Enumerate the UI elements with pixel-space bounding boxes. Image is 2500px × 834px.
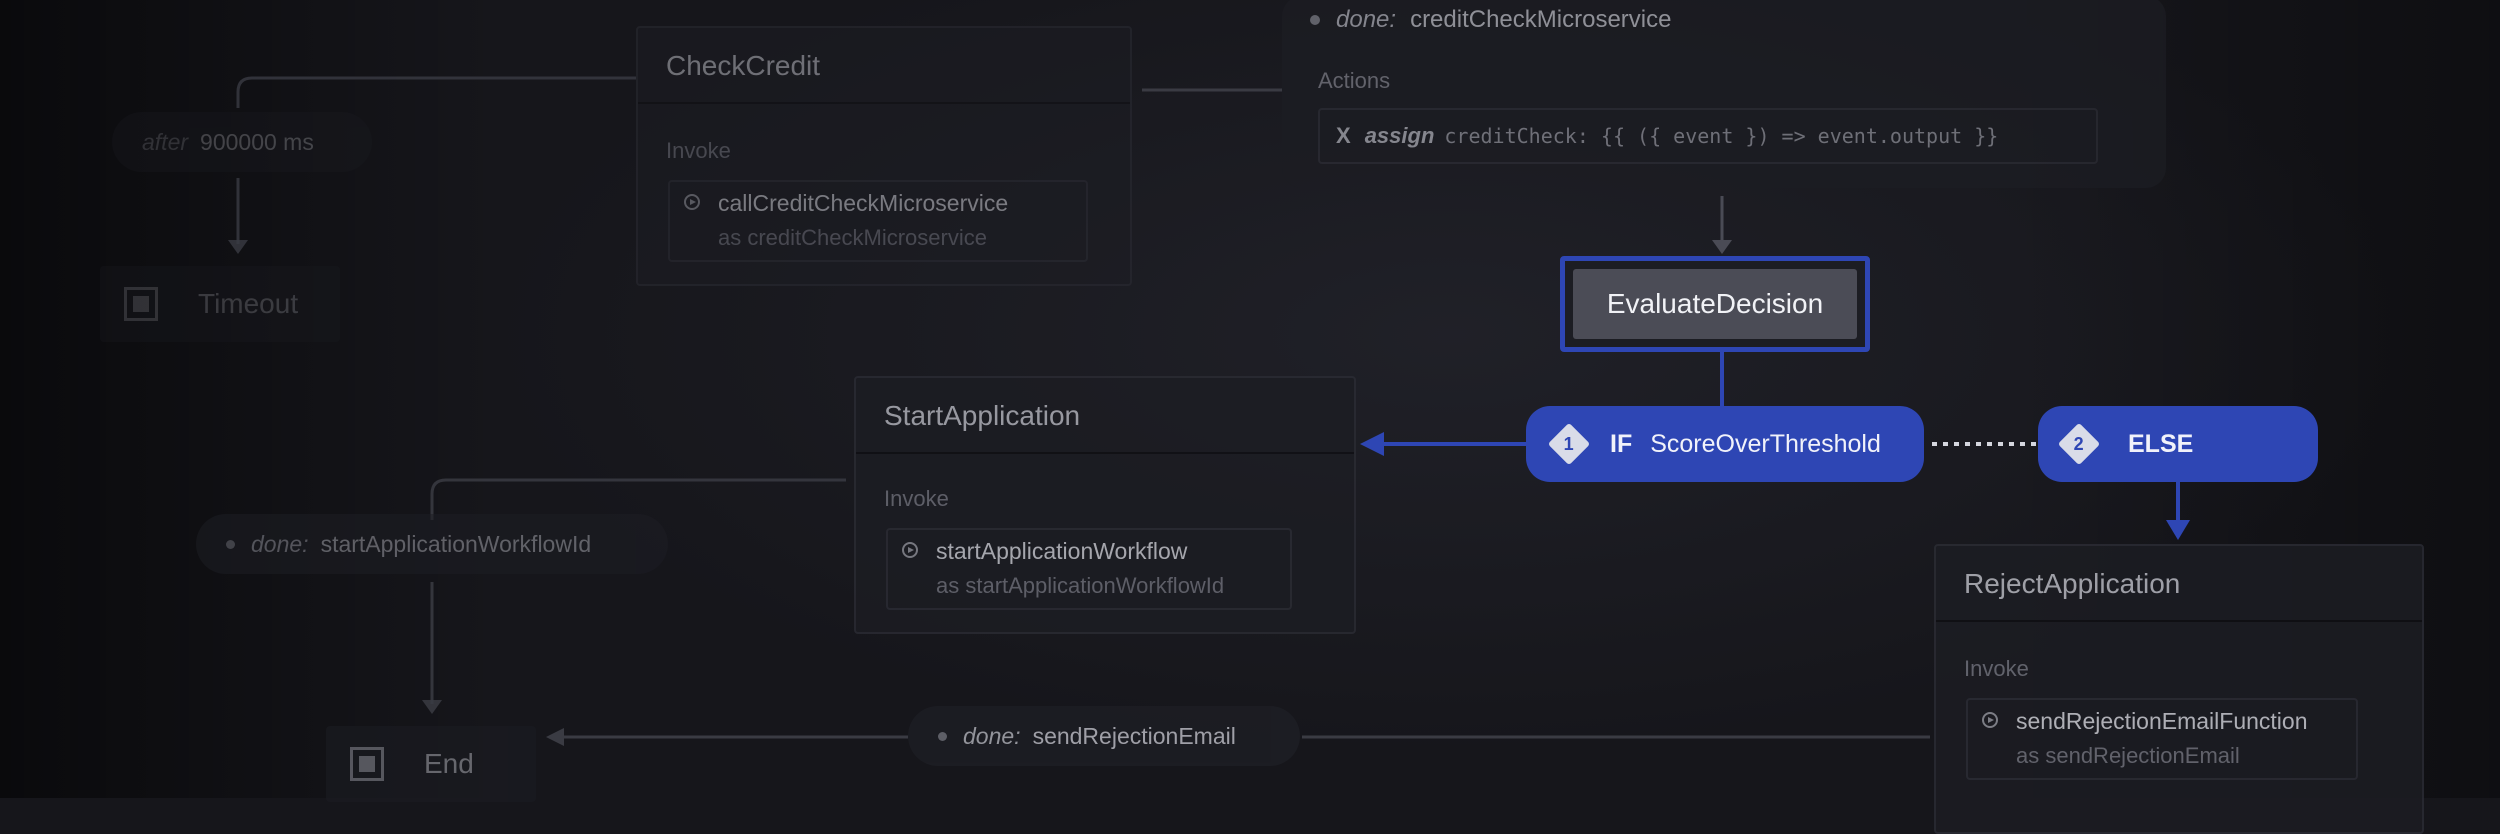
done-credit-transition[interactable]: done: creditCheckMicroservice Actions X … bbox=[1282, 0, 2166, 188]
reject-application-title: RejectApplication bbox=[1936, 546, 2422, 622]
invoke-id: as startApplicationWorkflowId bbox=[936, 573, 1225, 598]
invoke-play-icon bbox=[684, 194, 700, 210]
done-dot bbox=[938, 731, 947, 741]
guard-else-keyword: ELSE bbox=[2128, 429, 2194, 458]
after-delay: 900000 ms bbox=[200, 128, 314, 155]
reject-application-invoke[interactable]: sendRejectionEmailFunction as sendReject… bbox=[1966, 698, 2358, 780]
done-keyword: done: bbox=[251, 530, 309, 557]
arrow-to-start bbox=[1360, 432, 1384, 456]
invoke-play-icon bbox=[902, 542, 918, 558]
arrow-to-timeout bbox=[228, 240, 248, 254]
arrow-to-end-left bbox=[546, 728, 564, 746]
guard-index-icon: 2 bbox=[2057, 422, 2101, 466]
done-dot bbox=[1310, 15, 1320, 25]
assign-action[interactable]: X assign creditCheck: {{ ({ event }) => … bbox=[1318, 108, 2098, 164]
done-reject-transition[interactable]: done: sendRejectionEmail bbox=[908, 706, 1300, 766]
guard-if-transition[interactable]: 1 IF ScoreOverThreshold bbox=[1526, 406, 1924, 482]
arrow-to-end bbox=[422, 700, 442, 714]
checkcredit-title: CheckCredit bbox=[638, 28, 1130, 104]
done-dot bbox=[226, 539, 235, 549]
final-state-icon bbox=[350, 747, 384, 781]
invoke-id: as creditCheckMicroservice bbox=[718, 225, 987, 250]
checkcredit-invoke[interactable]: callCreditCheckMicroservice as creditChe… bbox=[668, 180, 1088, 262]
evaluate-decision-inner: EvaluateDecision bbox=[1573, 269, 1857, 339]
arrow-to-reject bbox=[2166, 520, 2190, 540]
done-event: sendRejectionEmail bbox=[1032, 722, 1236, 749]
action-code: creditCheck: {{ ({ event }) => event.out… bbox=[1444, 124, 1999, 148]
end-state[interactable]: End bbox=[326, 726, 536, 802]
start-application-state[interactable]: StartApplication Invoke startApplication… bbox=[854, 376, 1356, 634]
guard-if-keyword: IF bbox=[1610, 429, 1633, 458]
evaluate-decision-state[interactable]: EvaluateDecision bbox=[1560, 256, 1870, 352]
reject-application-section-label: Invoke bbox=[1964, 656, 2029, 681]
arrow-to-evaluate bbox=[1712, 240, 1732, 254]
invoke-source: callCreditCheckMicroservice bbox=[718, 190, 1009, 216]
guard-index-icon: 1 bbox=[1547, 422, 1591, 466]
start-application-section-label: Invoke bbox=[884, 486, 949, 511]
start-application-invoke[interactable]: startApplicationWorkflow as startApplica… bbox=[886, 528, 1292, 610]
start-application-title: StartApplication bbox=[856, 378, 1354, 454]
invoke-play-icon bbox=[1982, 712, 1998, 728]
done-keyword: done: bbox=[963, 722, 1021, 749]
timeout-label: Timeout bbox=[198, 288, 299, 319]
checkcredit-state[interactable]: CheckCredit Invoke callCreditCheckMicros… bbox=[636, 26, 1132, 286]
end-label: End bbox=[424, 748, 474, 779]
after-transition-pill[interactable]: after 900000 ms bbox=[112, 112, 372, 172]
guard-else-index: 2 bbox=[2073, 433, 2085, 454]
guard-if-condition: ScoreOverThreshold bbox=[1650, 429, 1881, 458]
invoke-source: startApplicationWorkflow bbox=[936, 538, 1188, 564]
done-event: creditCheckMicroservice bbox=[1410, 6, 1672, 33]
timeout-state[interactable]: Timeout bbox=[100, 266, 340, 342]
action-keyword: assign bbox=[1364, 123, 1435, 148]
final-state-icon bbox=[124, 287, 158, 321]
invoke-source: sendRejectionEmailFunction bbox=[2016, 708, 2308, 734]
guard-if-index: 1 bbox=[1563, 433, 1575, 454]
after-keyword: after bbox=[142, 128, 189, 155]
done-start-transition[interactable]: done: startApplicationWorkflowId bbox=[196, 514, 668, 574]
edge-checkcredit-timeout bbox=[236, 76, 636, 108]
reject-application-state[interactable]: RejectApplication Invoke sendRejectionEm… bbox=[1934, 544, 2424, 834]
invoke-id: as sendRejectionEmail bbox=[2016, 743, 2240, 768]
actions-label: Actions bbox=[1318, 68, 1391, 93]
action-x-icon: X bbox=[1336, 123, 1351, 148]
done-event: startApplicationWorkflowId bbox=[320, 530, 592, 557]
guard-else-transition[interactable]: 2 ELSE bbox=[2038, 406, 2318, 482]
checkcredit-section-label: Invoke bbox=[666, 138, 731, 163]
done-keyword: done: bbox=[1336, 6, 1397, 33]
evaluate-decision-title: EvaluateDecision bbox=[1606, 288, 1824, 319]
